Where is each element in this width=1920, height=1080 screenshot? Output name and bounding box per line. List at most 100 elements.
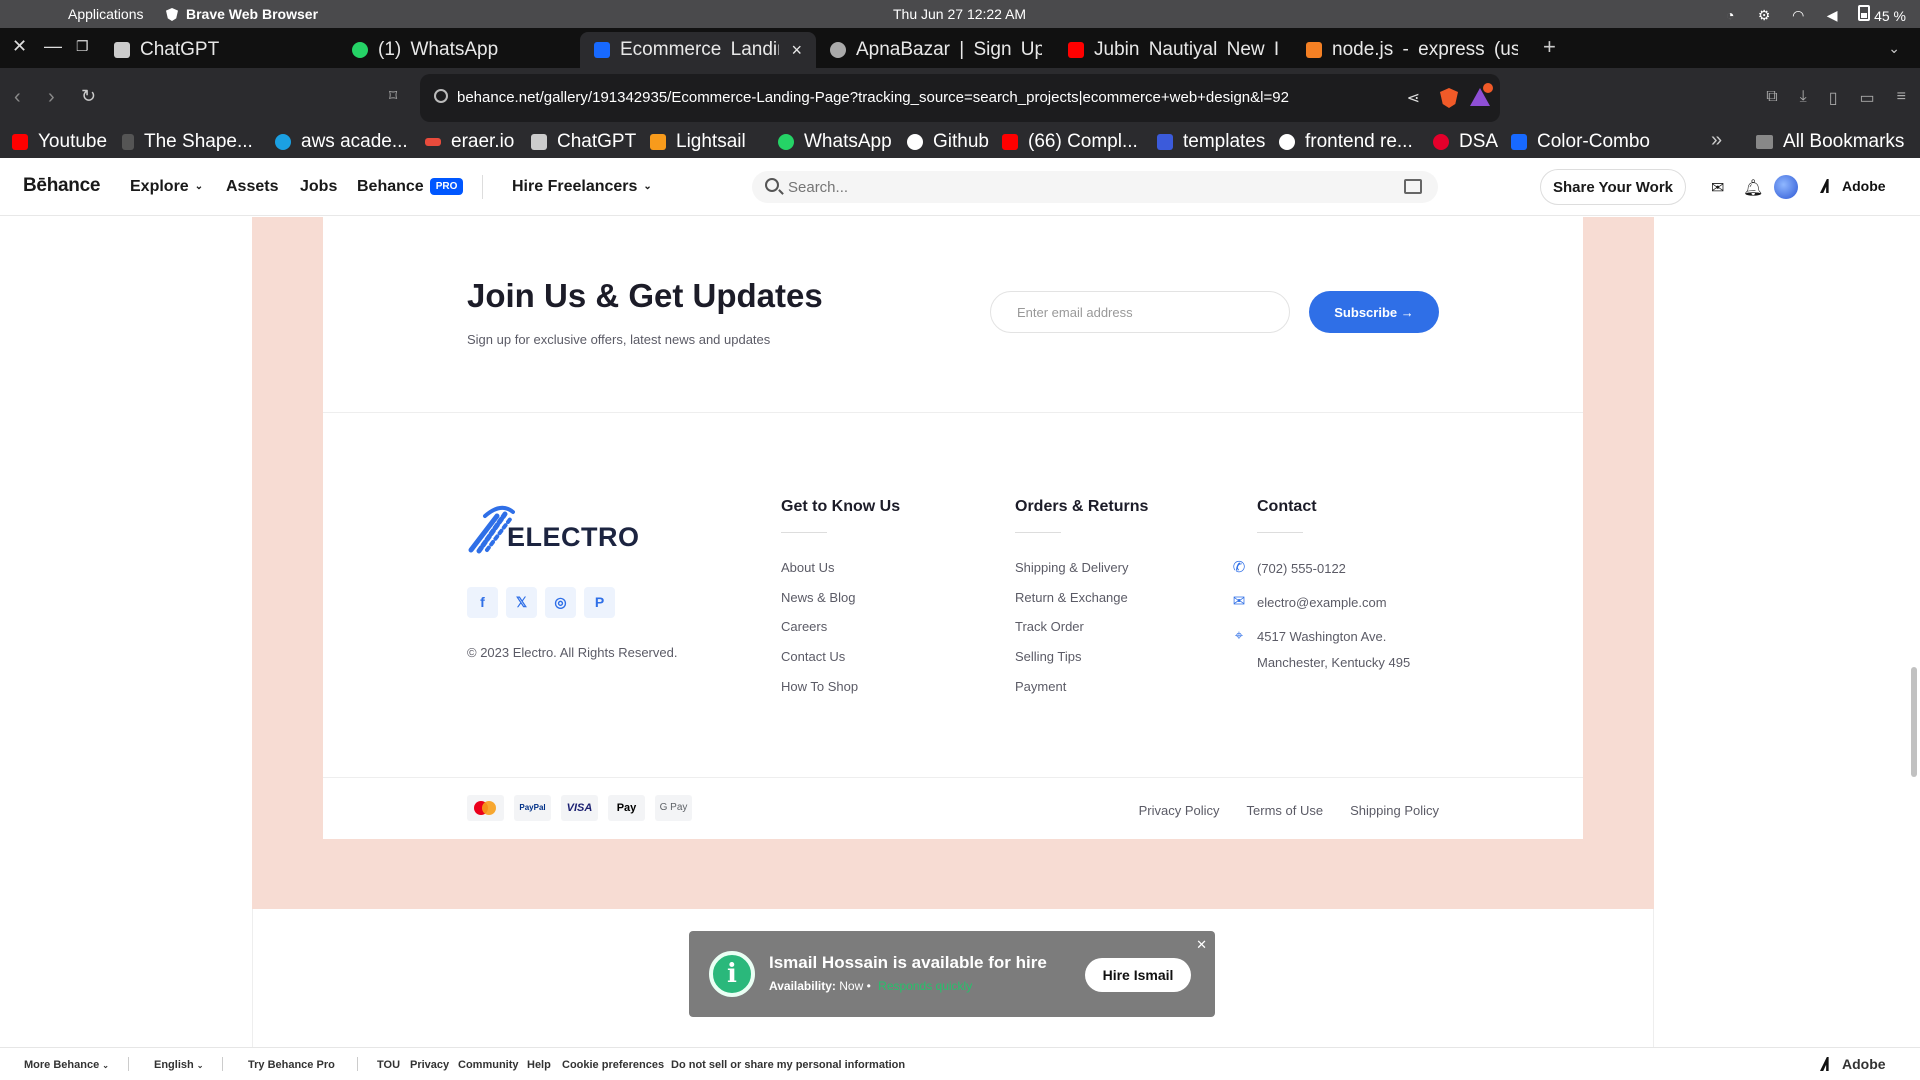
back-arrow-icon[interactable]: ‹ bbox=[14, 86, 21, 109]
bookmark-color-combo[interactable]: Color-Combo bbox=[1511, 131, 1650, 153]
window-close-icon[interactable]: ✕ bbox=[12, 36, 27, 57]
brave-shield-icon[interactable] bbox=[1440, 88, 1458, 108]
footer-link-privacy[interactable]: Privacy bbox=[410, 1059, 449, 1071]
footer-link-do-not-sell[interactable]: Do not sell or share my personal informa… bbox=[671, 1059, 905, 1071]
footer-link-community[interactable]: Community bbox=[458, 1059, 519, 1071]
footer-link-news-blog[interactable]: News & Blog bbox=[781, 590, 858, 620]
site-info-icon[interactable] bbox=[434, 89, 448, 103]
footer-link-return-exchange[interactable]: Return & Exchange bbox=[1015, 590, 1128, 620]
tab-stackoverflow-node[interactable]: node.js - express (usi bbox=[1292, 32, 1532, 68]
extensions-icon[interactable]: ⧉ bbox=[1766, 88, 1777, 108]
bookmark-eraser[interactable]: eraer.io bbox=[425, 131, 514, 153]
subscribe-button[interactable]: Subscribe → bbox=[1309, 291, 1439, 333]
bookmark-lightsail[interactable]: Lightsail bbox=[650, 131, 746, 153]
search-input[interactable] bbox=[788, 177, 1348, 197]
tab-ecommerce-landing[interactable]: Ecommerce Landin × bbox=[580, 32, 816, 68]
instagram-icon[interactable]: ◎ bbox=[545, 587, 576, 618]
user-avatar[interactable] bbox=[1774, 175, 1798, 199]
adobe-link[interactable]: Adobe bbox=[1820, 178, 1886, 194]
nav-behance-pro[interactable]: Behance PRO bbox=[357, 178, 464, 196]
footer-adobe-link[interactable]: Adobe bbox=[1820, 1056, 1886, 1072]
footer-link-careers[interactable]: Careers bbox=[781, 619, 858, 649]
x-twitter-icon[interactable]: 𝕏 bbox=[506, 587, 537, 618]
tab-chatgpt[interactable]: ChatGPT bbox=[100, 32, 340, 68]
bookmark-dsa[interactable]: DSA bbox=[1433, 131, 1498, 153]
bookmark-aws-academy[interactable]: aws acade... bbox=[275, 131, 408, 153]
bookmark-templates[interactable]: templates bbox=[1157, 131, 1265, 153]
bookmark-whatsapp[interactable]: WhatsApp bbox=[778, 131, 892, 153]
tab-close-icon[interactable]: × bbox=[791, 40, 802, 61]
privacy-policy-link[interactable]: Privacy Policy bbox=[1139, 803, 1220, 818]
behance-logo[interactable]: Bēhance bbox=[23, 175, 100, 197]
menu-app-name[interactable]: Brave Web Browser bbox=[166, 6, 318, 22]
download-icon[interactable]: ⤓ bbox=[1800, 88, 1807, 108]
contact-phone[interactable]: ✆ (702) 555-0122 bbox=[1233, 556, 1346, 582]
terms-of-use-link[interactable]: Terms of Use bbox=[1247, 803, 1324, 818]
bookmark-youtube-compl[interactable]: (66) Compl... bbox=[1002, 131, 1138, 153]
contact-email[interactable]: ✉ electro@example.com bbox=[1233, 590, 1387, 616]
gear-icon[interactable]: ⚙ bbox=[1756, 7, 1772, 23]
pinterest-icon[interactable]: P bbox=[584, 587, 615, 618]
all-bookmarks-folder[interactable]: All Bookmarks bbox=[1756, 131, 1904, 153]
facebook-icon[interactable]: f bbox=[467, 587, 498, 618]
forward-arrow-icon[interactable]: › bbox=[48, 86, 55, 109]
footer-link-selling-tips[interactable]: Selling Tips bbox=[1015, 649, 1128, 679]
more-bookmarks-chevron-icon[interactable]: » bbox=[1711, 129, 1722, 152]
menu-icon[interactable]: ≡ bbox=[1897, 88, 1906, 108]
language-dropdown[interactable]: English ⌄ bbox=[154, 1059, 204, 1071]
footer-link-how-to-shop[interactable]: How To Shop bbox=[781, 679, 858, 709]
image-search-icon[interactable] bbox=[1404, 179, 1422, 194]
hire-title: Ismail Hossain is available for hire bbox=[769, 953, 1047, 972]
footer-link-payment[interactable]: Payment bbox=[1015, 679, 1128, 709]
bookmark-youtube[interactable]: Youtube bbox=[12, 131, 107, 153]
tab-apnabazar[interactable]: ApnaBazar | Sign Up bbox=[816, 32, 1056, 68]
footer-link-about-us[interactable]: About Us bbox=[781, 560, 858, 590]
bookmark-the-shape[interactable]: The Shape... bbox=[122, 131, 253, 153]
tab-whatsapp[interactable]: (1) WhatsApp bbox=[338, 32, 578, 68]
volume-icon[interactable]: ◀ bbox=[1824, 7, 1840, 23]
address-url[interactable]: behance.net/gallery/191342935/Ecommerce-… bbox=[457, 89, 1289, 106]
footer-link-tou[interactable]: TOU bbox=[377, 1059, 400, 1071]
window-restore-icon[interactable]: ❐ bbox=[76, 38, 89, 55]
window-minimize-icon[interactable]: — bbox=[44, 36, 62, 57]
sidebar-icon[interactable]: ▯ bbox=[1829, 88, 1838, 108]
bookmark-github[interactable]: Github bbox=[907, 131, 989, 153]
share-your-work-button[interactable]: Share Your Work bbox=[1540, 169, 1686, 205]
mail-icon[interactable]: ✉ bbox=[1711, 178, 1724, 198]
nav-jobs[interactable]: Jobs bbox=[300, 178, 337, 196]
bookmark-frontend[interactable]: frontend re... bbox=[1279, 131, 1413, 153]
behance-favicon-icon bbox=[594, 42, 610, 58]
menubar-clock[interactable]: Thu Jun 27 12:22 AM bbox=[893, 6, 1026, 22]
footer-link-shipping-delivery[interactable]: Shipping & Delivery bbox=[1015, 560, 1128, 590]
email-input[interactable] bbox=[990, 291, 1290, 333]
nav-hire-freelancers[interactable]: Hire Freelancers ⌄ bbox=[512, 178, 652, 196]
footer-link-cookie-preferences[interactable]: Cookie preferences bbox=[562, 1059, 664, 1071]
share-icon[interactable]: ⋖ bbox=[1407, 88, 1420, 108]
nav-explore[interactable]: Explore ⌄ bbox=[130, 178, 203, 196]
nav-assets[interactable]: Assets bbox=[226, 178, 278, 196]
clock-status-icon[interactable]: ◔ bbox=[1722, 7, 1738, 23]
hire-button[interactable]: Hire Ismail bbox=[1085, 958, 1191, 992]
close-icon[interactable]: ✕ bbox=[1196, 937, 1207, 953]
tab-youtube-jubin[interactable]: Jubin Nautiyal New Ir bbox=[1054, 32, 1294, 68]
footer-link-track-order[interactable]: Track Order bbox=[1015, 619, 1128, 649]
try-behance-pro-link[interactable]: Try Behance Pro bbox=[248, 1059, 335, 1071]
shipping-policy-link[interactable]: Shipping Policy bbox=[1350, 803, 1439, 818]
bookmark-icon[interactable]: ⌑ bbox=[389, 86, 397, 106]
footer-link-help[interactable]: Help bbox=[527, 1059, 551, 1071]
footer-link-contact-us[interactable]: Contact Us bbox=[781, 649, 858, 679]
battery-indicator[interactable]: 45 % bbox=[1858, 5, 1906, 24]
tab-search-chevron-icon[interactable]: ⌄ bbox=[1888, 40, 1900, 57]
more-behance-dropdown[interactable]: More Behance ⌄ bbox=[24, 1059, 109, 1071]
behance-search-box[interactable] bbox=[752, 171, 1438, 203]
scrollbar-thumb[interactable] bbox=[1911, 667, 1917, 777]
notification-bell-icon[interactable]: 🔔︎ bbox=[1743, 178, 1763, 198]
bookmark-chatgpt[interactable]: ChatGPT bbox=[531, 131, 636, 153]
wifi-icon[interactable]: ◠ bbox=[1790, 7, 1806, 23]
new-tab-plus-icon[interactable]: + bbox=[1543, 34, 1556, 60]
menu-applications[interactable]: Applications bbox=[68, 6, 144, 22]
page-scrollbar[interactable] bbox=[1908, 217, 1920, 1047]
reload-icon[interactable]: ↻ bbox=[81, 86, 96, 107]
address-bar[interactable]: behance.net/gallery/191342935/Ecommerce-… bbox=[420, 74, 1500, 122]
wallet-icon[interactable]: ▭ bbox=[1860, 88, 1875, 108]
